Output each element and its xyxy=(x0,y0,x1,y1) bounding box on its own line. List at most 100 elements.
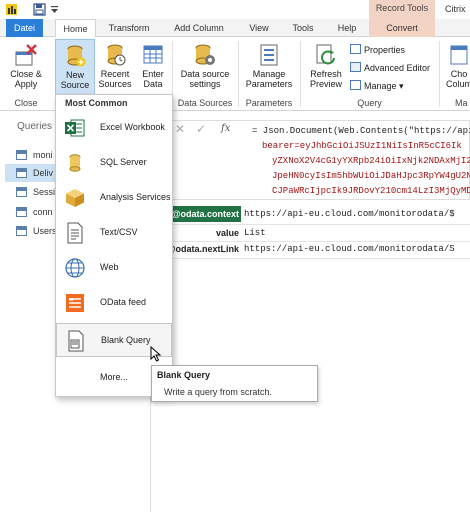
tab-transform[interactable]: Transform xyxy=(100,19,158,37)
recent-sources-label-2: Sources xyxy=(98,79,132,89)
tooltip-title: Blank Query xyxy=(157,370,211,380)
menu-item-excel-workbook[interactable]: Excel Workbook xyxy=(56,111,172,145)
record-field-label[interactable]: value xyxy=(216,228,239,238)
close-apply-label-2: Apply xyxy=(14,79,38,89)
formula-line: bearer=eyJhbGciOiJSUzI1NiIsInR5cCI6Ik xyxy=(262,141,462,151)
query-item-label: Sessi xyxy=(33,187,56,197)
tab-home[interactable]: Home xyxy=(55,19,96,38)
menu-item-sql-server[interactable]: SQL Server xyxy=(56,146,172,180)
new-source-label-2: Source xyxy=(60,80,90,90)
query-item[interactable]: Sessi xyxy=(5,183,60,201)
app-logo-icon xyxy=(6,4,17,15)
data-source-settings-label-2: settings xyxy=(189,79,221,89)
formula-line: = Json.Document(Web.Contents("https://ap… xyxy=(252,126,470,136)
table-icon xyxy=(143,45,163,64)
fx-icon[interactable]: fx xyxy=(221,123,230,134)
parameters-icon xyxy=(260,44,278,66)
menu-item-label: SQL Server xyxy=(100,157,147,167)
tab-view[interactable]: View xyxy=(240,19,278,37)
advanced-editor-icon xyxy=(350,62,361,72)
recent-sources-button[interactable]: Recent Sources xyxy=(96,39,134,89)
database-icon xyxy=(69,154,81,172)
menu-item-label: Blank Query xyxy=(101,335,151,345)
tab-add-column[interactable]: Add Column xyxy=(165,19,233,37)
group-label-parameters: Parameters xyxy=(245,98,293,108)
table-icon xyxy=(16,150,27,160)
properties-icon xyxy=(350,44,361,54)
group-label-close: Close xyxy=(14,98,38,108)
menu-item-odata-feed[interactable]: OData feed xyxy=(56,286,172,320)
row-divider xyxy=(150,258,470,259)
new-source-label-1: New xyxy=(65,70,84,80)
menu-item-label: OData feed xyxy=(100,297,147,307)
save-icon[interactable] xyxy=(33,3,46,16)
table-icon xyxy=(16,226,27,236)
globe-icon xyxy=(65,258,85,278)
query-item[interactable]: conn xyxy=(5,203,60,221)
menu-item-label: Text/CSV xyxy=(100,227,138,237)
menu-item-text-csv[interactable]: Text/CSV xyxy=(56,216,172,250)
menu-item-label: Web xyxy=(100,262,119,272)
record-field-label[interactable]: @odata.context xyxy=(172,209,239,219)
choose-columns-icon xyxy=(450,45,468,65)
mouse-cursor-icon xyxy=(150,346,162,362)
table-icon xyxy=(16,187,27,197)
properties-label: Properties xyxy=(364,45,406,55)
query-item[interactable]: moni xyxy=(5,146,60,164)
recent-sources-icon xyxy=(107,44,126,66)
new-source-button[interactable]: New Source xyxy=(55,39,95,95)
manage-button[interactable]: Manage ▾ xyxy=(350,79,404,93)
data-source-settings-label-1: Data source xyxy=(180,69,230,79)
advanced-editor-label: Advanced Editor xyxy=(364,63,431,73)
blank-query-icon xyxy=(68,330,84,352)
tab-help[interactable]: Help xyxy=(329,19,365,37)
refresh-preview-button[interactable]: Refresh Preview xyxy=(304,39,348,89)
record-field-value[interactable]: https://api-eu.cloud.com/monitorodata/$ xyxy=(244,209,455,219)
cancel-icon[interactable]: ✕ xyxy=(175,122,185,136)
choose-columns-button[interactable]: Cho Colum xyxy=(446,39,470,89)
tab-file[interactable]: Datei xyxy=(6,19,43,37)
tab-convert[interactable]: Convert xyxy=(369,19,435,37)
manage-parameters-label-1: Manage xyxy=(252,69,286,79)
context-tab-group-label: Record Tools xyxy=(369,0,435,19)
query-item-selected[interactable]: Deliv xyxy=(5,164,60,182)
quick-access-dropdown-icon[interactable] xyxy=(48,3,61,16)
group-label-manage-columns: Ma xyxy=(455,98,468,108)
advanced-editor-button[interactable]: Advanced Editor xyxy=(350,61,430,75)
group-label-query: Query xyxy=(357,98,382,108)
refresh-preview-label-1: Refresh xyxy=(310,69,342,79)
menu-item-label: Excel Workbook xyxy=(100,122,165,132)
check-icon[interactable]: ✓ xyxy=(196,122,206,136)
chevron-down-icon: ▾ xyxy=(399,81,404,91)
record-field-label[interactable]: @odata.nextLink xyxy=(167,244,239,254)
close-apply-button[interactable]: Close & Apply xyxy=(4,39,48,89)
manage-parameters-button[interactable]: Manage Parameters xyxy=(241,39,297,89)
enter-data-button[interactable]: Enter Data xyxy=(137,39,169,89)
refresh-icon xyxy=(316,44,335,65)
data-source-settings-button[interactable]: Data source settings xyxy=(175,39,235,89)
row-divider xyxy=(150,241,470,242)
tooltip-description: Write a query from scratch. xyxy=(164,387,272,397)
menu-item-label: Analysis Services xyxy=(100,192,171,202)
properties-button[interactable]: Properties xyxy=(350,43,405,57)
app-title: Citrix xyxy=(445,4,466,14)
tab-tools[interactable]: Tools xyxy=(283,19,323,37)
refresh-preview-label-2: Preview xyxy=(309,79,342,89)
record-field-value[interactable]: List xyxy=(244,228,266,238)
row-divider xyxy=(150,224,470,225)
odata-icon xyxy=(66,294,84,312)
text-file-icon xyxy=(67,222,83,244)
table-icon xyxy=(16,207,27,217)
group-divider xyxy=(439,41,440,107)
manage-parameters-label-2: Parameters xyxy=(245,79,293,89)
choose-columns-label-2: Colum xyxy=(446,79,470,89)
data-source-settings-icon xyxy=(195,44,215,65)
record-field-value[interactable]: https://api-eu.cloud.com/monitorodata/S xyxy=(244,244,455,254)
formula-line: JpeHN0cyIsIm5hbWUiOiJDaHJpc3RpYW4gU2N xyxy=(272,171,470,181)
manage-label: Manage xyxy=(364,81,397,91)
query-item-label: Users xyxy=(33,226,57,236)
menu-item-web[interactable]: Web xyxy=(56,251,172,285)
menu-item-analysis-services[interactable]: Analysis Services xyxy=(56,181,172,215)
query-item-label: Deliv xyxy=(33,168,54,178)
query-item[interactable]: Users xyxy=(5,222,60,240)
